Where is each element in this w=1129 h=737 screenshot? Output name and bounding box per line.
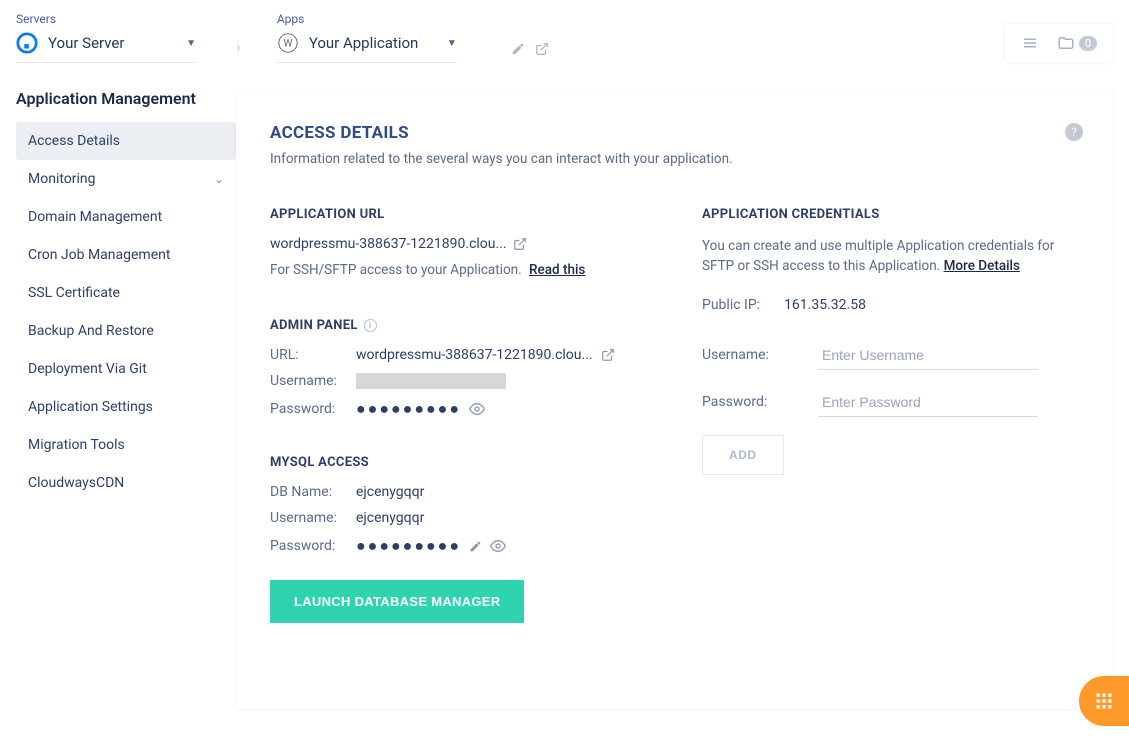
sidebar-item-label: CloudwaysCDN (28, 475, 124, 491)
mysql-password-value: ●●●●●●●●● (356, 536, 461, 556)
digitalocean-icon (16, 32, 38, 54)
fab-button[interactable] (1079, 676, 1129, 726)
eye-icon[interactable] (469, 401, 485, 417)
sidebar-item-access-details[interactable]: Access Details (16, 122, 236, 160)
caret-down-icon: ▼ (186, 38, 196, 49)
sidebar-item-label: Cron Job Management (28, 247, 170, 263)
public-ip-label: Public IP: (702, 297, 760, 313)
server-selector-block: Servers Your Server ▼ (16, 12, 196, 63)
edit-icon[interactable] (511, 42, 525, 56)
edit-icon[interactable] (469, 540, 482, 553)
ssh-text: For SSH/SFTP access to your Application. (270, 262, 522, 278)
folder-icon (1057, 34, 1075, 52)
chevron-right-icon: › (236, 19, 241, 56)
section-credentials-heading: APPLICATION CREDENTIALS (702, 207, 1079, 222)
sidebar-item-label: Domain Management (28, 209, 162, 225)
caret-down-icon: ▼ (447, 38, 457, 49)
top-toolbar: 0 (1005, 24, 1113, 62)
sidebar-item-cloudwayscdn[interactable]: CloudwaysCDN (16, 464, 236, 502)
sidebar-item-label: Application Settings (28, 399, 153, 415)
sidebar-item-label: Backup And Restore (28, 323, 154, 339)
help-icon[interactable]: ? (1065, 123, 1083, 141)
mysql-dbname-value: ejcenygqqr (356, 484, 424, 500)
server-name: Your Server (48, 34, 124, 52)
sidebar: Application Management Access Details Mon… (16, 89, 236, 709)
mysql-password-label: Password: (270, 538, 356, 554)
read-this-link[interactable]: Read this (529, 262, 585, 278)
admin-password-value: ●●●●●●●●● (356, 399, 461, 419)
sidebar-item-backup-and-restore[interactable]: Backup And Restore (16, 312, 236, 350)
main-panel: ? ACCESS DETAILS Information related to … (236, 89, 1113, 709)
admin-heading-text: ADMIN PANEL (270, 318, 358, 333)
sidebar-item-label: SSL Certificate (28, 285, 120, 301)
sidebar-heading: Application Management (16, 89, 236, 108)
section-application-url-heading: APPLICATION URL (270, 207, 702, 222)
jobs-button[interactable]: 0 (1057, 34, 1097, 52)
cred-password-input[interactable] (818, 388, 1038, 417)
list-icon[interactable] (1021, 34, 1039, 52)
mysql-username-label: Username: (270, 510, 356, 526)
cred-password-label: Password: (702, 394, 818, 410)
launch-database-manager-button[interactable]: LAUNCH DATABASE MANAGER (270, 580, 524, 623)
sidebar-item-monitoring[interactable]: Monitoring ⌄ (16, 160, 236, 198)
sidebar-item-label: Migration Tools (28, 437, 125, 453)
sidebar-item-domain-management[interactable]: Domain Management (16, 198, 236, 236)
section-admin-heading: ADMIN PANEL i (270, 318, 702, 333)
sidebar-item-ssl-certificate[interactable]: SSL Certificate (16, 274, 236, 312)
server-selector[interactable]: Your Server ▼ (16, 32, 196, 63)
chevron-down-icon: ⌄ (214, 172, 224, 186)
admin-password-label: Password: (270, 401, 356, 417)
wordpress-icon: W (277, 32, 299, 54)
app-selector[interactable]: W Your Application ▼ (277, 32, 457, 63)
sidebar-item-label: Access Details (28, 133, 120, 149)
page-subtitle: Information related to the several ways … (270, 151, 1079, 167)
more-details-link[interactable]: More Details (944, 258, 1020, 274)
servers-header: Servers (16, 12, 196, 26)
svg-text:W: W (283, 39, 292, 50)
cred-username-input[interactable] (818, 341, 1038, 370)
external-link-icon[interactable] (535, 42, 549, 56)
public-ip-value: 161.35.32.58 (784, 297, 866, 313)
sidebar-item-application-settings[interactable]: Application Settings (16, 388, 236, 426)
mysql-username-value: ejcenygqqr (356, 510, 424, 526)
page-title: ACCESS DETAILS (270, 123, 1079, 143)
sidebar-item-label: Deployment Via Git (28, 361, 147, 377)
external-link-icon[interactable] (601, 348, 615, 362)
jobs-badge: 0 (1079, 36, 1097, 51)
eye-icon[interactable] (490, 538, 506, 554)
sidebar-item-cron-job-management[interactable]: Cron Job Management (16, 236, 236, 274)
admin-username-value (356, 373, 506, 389)
admin-username-label: Username: (270, 373, 356, 389)
section-mysql-heading: MYSQL ACCESS (270, 455, 702, 470)
app-name: Your Application (309, 34, 419, 52)
app-url-value[interactable]: wordpressmu-388637-1221890.clou... (270, 236, 507, 252)
grid-icon (1094, 691, 1114, 711)
sidebar-item-migration-tools[interactable]: Migration Tools (16, 426, 236, 464)
sidebar-item-label: Monitoring (28, 171, 96, 187)
mysql-dbname-label: DB Name: (270, 484, 356, 500)
admin-url-label: URL: (270, 347, 356, 363)
apps-header: Apps (277, 12, 457, 26)
app-selector-block: Apps W Your Application ▼ (277, 12, 457, 63)
cred-username-label: Username: (702, 347, 818, 363)
external-link-icon[interactable] (513, 237, 527, 251)
admin-url-value[interactable]: wordpressmu-388637-1221890.clou... (356, 347, 593, 363)
breadcrumb-bar: Servers Your Server ▼ › Apps W Your Appl… (0, 0, 1129, 63)
info-icon[interactable]: i (364, 319, 377, 332)
sidebar-item-deployment-via-git[interactable]: Deployment Via Git (16, 350, 236, 388)
add-credential-button[interactable]: ADD (702, 435, 784, 475)
